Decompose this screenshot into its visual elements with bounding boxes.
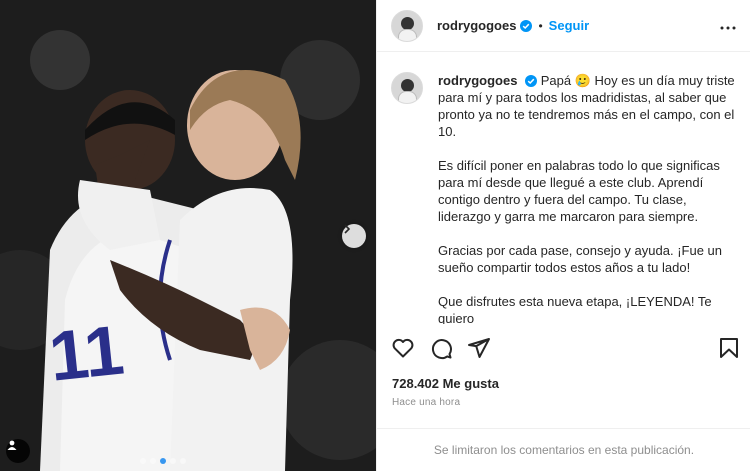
comments-limited-text: Se limitaron los comentarios en esta pub… — [433, 443, 695, 457]
post-timestamp[interactable]: Hace una hora — [392, 397, 460, 408]
post-caption: rodrygogoes Papá 🥲 Hoy es un día muy tri… — [391, 72, 741, 324]
post-header: rodrygogoes • Seguir — [377, 0, 750, 52]
carousel-dot — [140, 458, 146, 464]
comment-button[interactable] — [429, 336, 453, 365]
author-username[interactable]: rodrygogoes — [437, 18, 516, 33]
user-tag-button[interactable] — [6, 439, 30, 463]
verified-badge-icon — [520, 19, 533, 32]
carousel-dot-active — [160, 458, 166, 464]
separator: • — [538, 18, 543, 33]
carousel-indicator — [140, 458, 186, 464]
save-bookmark-icon — [720, 338, 738, 358]
like-heart-icon — [392, 338, 414, 358]
user-tag-icon — [7, 440, 17, 450]
carousel-dot — [150, 458, 156, 464]
save-button[interactable] — [717, 336, 741, 365]
next-arrow-icon — [344, 224, 351, 234]
next-slide-button[interactable] — [342, 224, 366, 248]
caption-paragraph-2: Es difícil poner en palabras todo lo que… — [438, 158, 720, 224]
share-button[interactable] — [467, 336, 491, 365]
likes-count[interactable]: 728.402 Me gusta — [392, 376, 499, 391]
post-photo[interactable]: 11 — [0, 0, 376, 471]
verified-badge-icon — [525, 75, 538, 87]
svg-text:11: 11 — [46, 311, 128, 396]
like-button[interactable] — [391, 336, 415, 365]
caption-paragraph-4: Que disfrutes esta nueva etapa, ¡LEYENDA… — [438, 294, 712, 324]
caption-text: rodrygogoes Papá 🥲 Hoy es un día muy tri… — [438, 72, 741, 324]
share-icon — [468, 338, 490, 358]
caption-avatar[interactable] — [391, 72, 423, 104]
post-side-panel: rodrygogoes • Seguir rodrygogoes Papá 🥲 … — [376, 0, 750, 471]
caption-paragraph-3: Gracias por cada pase, consejo y ayuda. … — [438, 243, 722, 275]
carousel-dot — [180, 458, 186, 464]
post-actions — [391, 336, 741, 360]
caption-username[interactable]: rodrygogoes — [438, 73, 517, 88]
photo-illustration: 11 — [0, 0, 376, 471]
comment-icon — [431, 339, 452, 360]
author-avatar[interactable] — [391, 9, 423, 42]
more-options-icon — [720, 26, 736, 29]
comments-limited-notice: Se limitaron los comentarios en esta pub… — [377, 428, 750, 471]
follow-button[interactable]: Seguir — [549, 18, 589, 33]
carousel-dot — [170, 458, 176, 464]
more-options-button[interactable] — [720, 17, 736, 35]
